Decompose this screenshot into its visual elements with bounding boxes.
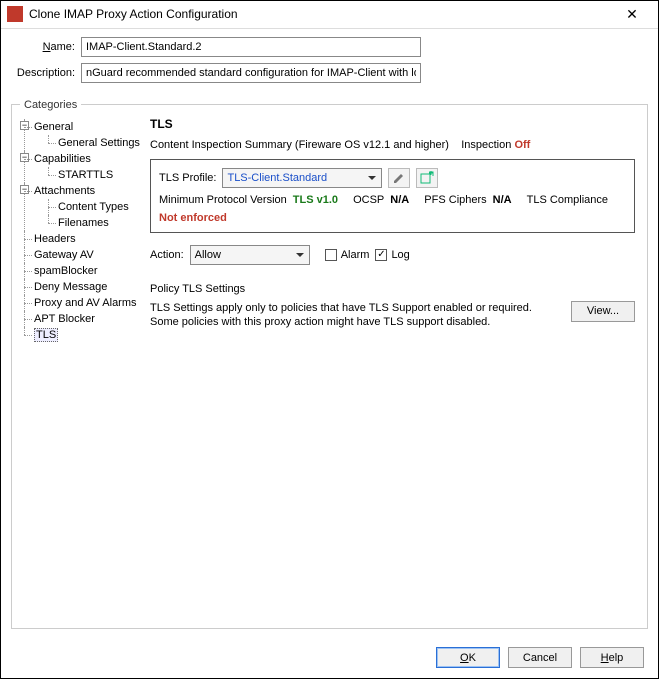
alarm-checkbox-box: [325, 249, 337, 261]
tree-item-gateway-av[interactable]: Gateway AV: [34, 249, 94, 261]
tree-item-general-settings[interactable]: General Settings: [58, 137, 140, 149]
tree-item-tls[interactable]: TLS: [34, 328, 58, 342]
name-label: Name:: [15, 41, 75, 53]
tree-item-starttls[interactable]: STARTTLS: [58, 169, 113, 181]
tree-toggle-attachments[interactable]: −: [20, 185, 29, 194]
tree-toggle-general[interactable]: −: [20, 121, 29, 130]
alarm-label: Alarm: [341, 249, 370, 261]
action-select[interactable]: Allow: [190, 245, 310, 265]
close-button[interactable]: ✕: [612, 6, 652, 23]
min-proto-value: TLS v1.0: [293, 194, 338, 206]
tree-item-deny-message[interactable]: Deny Message: [34, 281, 107, 293]
action-value: Allow: [195, 249, 221, 261]
ocsp-label: OCSP: [353, 194, 384, 206]
inspection-label: Inspection: [461, 139, 511, 151]
tls-heading: TLS: [150, 117, 635, 131]
description-input[interactable]: [81, 63, 421, 83]
categories-fieldset: Categories − General General Settings − …: [11, 99, 648, 629]
policy-text-line2: Some policies with this proxy action mig…: [150, 316, 490, 328]
categories-legend: Categories: [20, 99, 81, 111]
tree-item-headers[interactable]: Headers: [34, 233, 76, 245]
add-profile-button[interactable]: [416, 168, 438, 188]
category-tree[interactable]: − General General Settings − Capabilitie…: [20, 117, 140, 620]
tree-item-spamblocker[interactable]: spamBlocker: [34, 265, 98, 277]
tls-profile-label: TLS Profile:: [159, 172, 216, 184]
tree-item-proxy-av-alarms[interactable]: Proxy and AV Alarms: [34, 297, 137, 309]
inspection-value: Off: [514, 139, 530, 151]
dialog-window: Clone IMAP Proxy Action Configuration ✕ …: [0, 0, 659, 679]
tree-item-attachments[interactable]: Attachments: [34, 185, 95, 197]
tls-profile-box: TLS Profile: TLS-Client.Standard Minimum…: [150, 159, 635, 233]
edit-profile-button[interactable]: [388, 168, 410, 188]
alarm-checkbox[interactable]: Alarm: [325, 249, 370, 261]
tls-profile-select[interactable]: TLS-Client.Standard: [222, 168, 382, 188]
add-icon: [420, 171, 434, 185]
compliance-value: Not enforced: [159, 212, 227, 224]
tree-item-filenames[interactable]: Filenames: [58, 217, 109, 229]
action-label: Action:: [150, 249, 184, 261]
dialog-footer: OK Cancel Help: [1, 637, 658, 678]
description-label: Description:: [15, 67, 75, 79]
tree-item-apt-blocker[interactable]: APT Blocker: [34, 313, 95, 325]
log-checkbox-box: ✓: [375, 249, 387, 261]
tls-panel: TLS Content Inspection Summary (Fireware…: [140, 117, 639, 620]
window-title: Clone IMAP Proxy Action Configuration: [29, 7, 612, 21]
pencil-icon: [392, 171, 406, 185]
inspection-summary: Content Inspection Summary (Fireware OS …: [150, 139, 635, 151]
tls-profile-value: TLS-Client.Standard: [227, 172, 327, 184]
cancel-button[interactable]: Cancel: [508, 647, 572, 668]
view-button[interactable]: View...: [571, 301, 635, 322]
compliance-label: TLS Compliance: [527, 194, 608, 206]
ocsp-value: N/A: [390, 194, 409, 206]
tree-item-content-types[interactable]: Content Types: [58, 201, 129, 213]
tree-toggle-capabilities[interactable]: −: [20, 153, 29, 162]
titlebar: Clone IMAP Proxy Action Configuration ✕: [1, 1, 658, 29]
log-checkbox[interactable]: ✓ Log: [375, 249, 409, 261]
pfs-label: PFS Ciphers: [424, 194, 486, 206]
tree-item-general[interactable]: General: [34, 121, 73, 133]
summary-label: Content Inspection Summary (Fireware OS …: [150, 139, 449, 151]
log-label: Log: [391, 249, 409, 261]
help-button[interactable]: Help: [580, 647, 644, 668]
app-icon: [7, 6, 23, 22]
header-form: Name: Description:: [1, 29, 658, 95]
min-proto-label: Minimum Protocol Version: [159, 194, 287, 206]
pfs-value: N/A: [493, 194, 512, 206]
name-input[interactable]: [81, 37, 421, 57]
ok-button[interactable]: OK: [436, 647, 500, 668]
policy-heading: Policy TLS Settings: [150, 283, 635, 295]
tree-item-capabilities[interactable]: Capabilities: [34, 153, 91, 165]
policy-text-line1: TLS Settings apply only to policies that…: [150, 302, 532, 314]
policy-text: TLS Settings apply only to policies that…: [150, 301, 561, 329]
